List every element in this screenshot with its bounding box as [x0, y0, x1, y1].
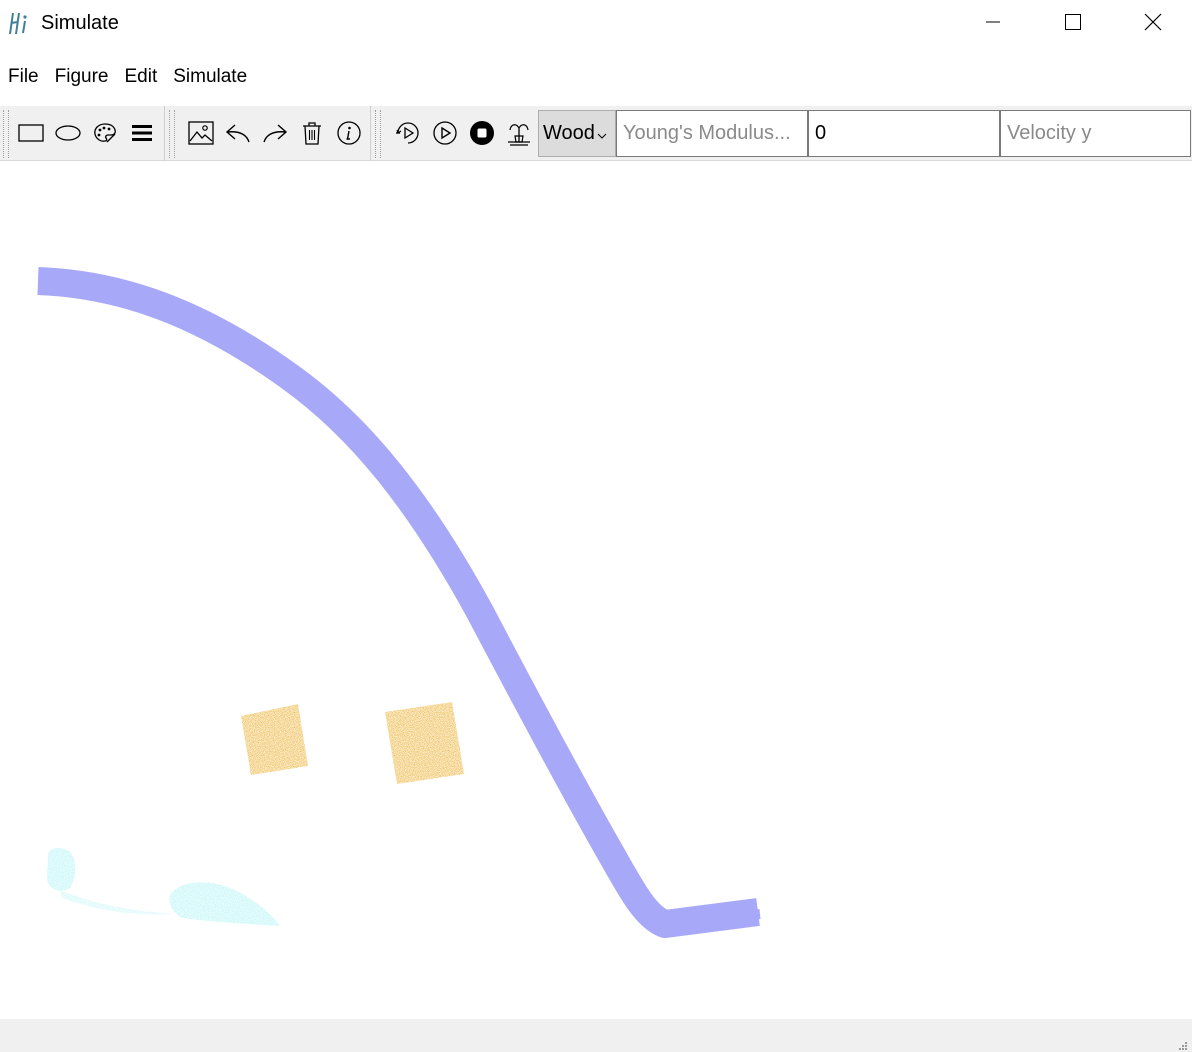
menu-tool-button[interactable]: [123, 106, 160, 160]
ellipse-tool-button[interactable]: [49, 106, 86, 160]
material-value: Wood: [543, 122, 595, 144]
close-button[interactable]: [1113, 0, 1192, 48]
info-button[interactable]: [330, 106, 367, 160]
redo-icon: [262, 122, 288, 144]
close-icon: [1144, 13, 1162, 36]
delete-button[interactable]: [293, 106, 330, 160]
stop-button[interactable]: [463, 106, 500, 160]
stop-icon: [469, 121, 494, 145]
toolbar-divider: [164, 106, 165, 161]
window-title: Simulate: [41, 12, 119, 34]
toolbar-grip[interactable]: [169, 110, 175, 158]
rectangle-icon: [17, 123, 44, 143]
velocity-y-input[interactable]: Velocity y: [1000, 110, 1191, 157]
status-bar: [0, 1019, 1192, 1052]
chevron-down-icon: [597, 123, 607, 146]
elastic-ribbon[interactable]: [37, 267, 761, 938]
rectangle-tool-button[interactable]: [12, 106, 49, 160]
edit-tools: [182, 106, 367, 160]
menu-figure[interactable]: Figure: [47, 62, 117, 94]
toolbar-grip[interactable]: [3, 110, 9, 158]
youngs-modulus-input[interactable]: Young's Modulus...: [616, 110, 808, 157]
undo-button[interactable]: [219, 106, 256, 160]
wood-block-left[interactable]: [241, 704, 308, 775]
ellipse-icon: [54, 123, 81, 143]
undo-icon: [225, 122, 251, 144]
minimize-button[interactable]: [953, 0, 1033, 48]
menu-simulate[interactable]: Simulate: [165, 62, 255, 94]
water-particles[interactable]: [47, 848, 280, 926]
title-bar[interactable]: Simulate: [0, 0, 1192, 48]
step-button[interactable]: [389, 106, 426, 160]
toolbar-grip[interactable]: [375, 110, 381, 158]
maximize-button[interactable]: [1033, 0, 1113, 48]
simulation-canvas[interactable]: [0, 162, 1192, 1019]
menu-bar: File Figure Edit Simulate: [0, 62, 255, 94]
toolbar-divider: [370, 106, 371, 161]
wood-block-right[interactable]: [385, 702, 464, 784]
simulation-tools: [389, 106, 537, 160]
play-button[interactable]: [426, 106, 463, 160]
hamburger-icon: [131, 123, 153, 143]
palette-tool-button[interactable]: [86, 106, 123, 160]
maximize-icon: [1065, 13, 1081, 35]
hi-logo-icon: [8, 10, 34, 36]
velocity-x-input[interactable]: 0: [808, 110, 1000, 157]
play-icon: [432, 121, 457, 145]
minimize-icon: [985, 14, 1001, 35]
trash-icon: [301, 121, 323, 145]
fountain-icon: [506, 120, 532, 146]
redo-button[interactable]: [256, 106, 293, 160]
step-play-icon: [395, 121, 421, 145]
info-icon: [336, 121, 361, 145]
menu-file[interactable]: File: [0, 62, 47, 94]
image-button[interactable]: [182, 106, 219, 160]
menu-edit[interactable]: Edit: [116, 62, 165, 94]
image-icon: [187, 121, 214, 145]
material-select[interactable]: Wood: [538, 110, 616, 157]
shape-tools: [12, 106, 160, 160]
resize-grip-icon[interactable]: [1178, 1038, 1188, 1050]
fountain-button[interactable]: [500, 106, 537, 160]
palette-icon: [93, 122, 117, 144]
